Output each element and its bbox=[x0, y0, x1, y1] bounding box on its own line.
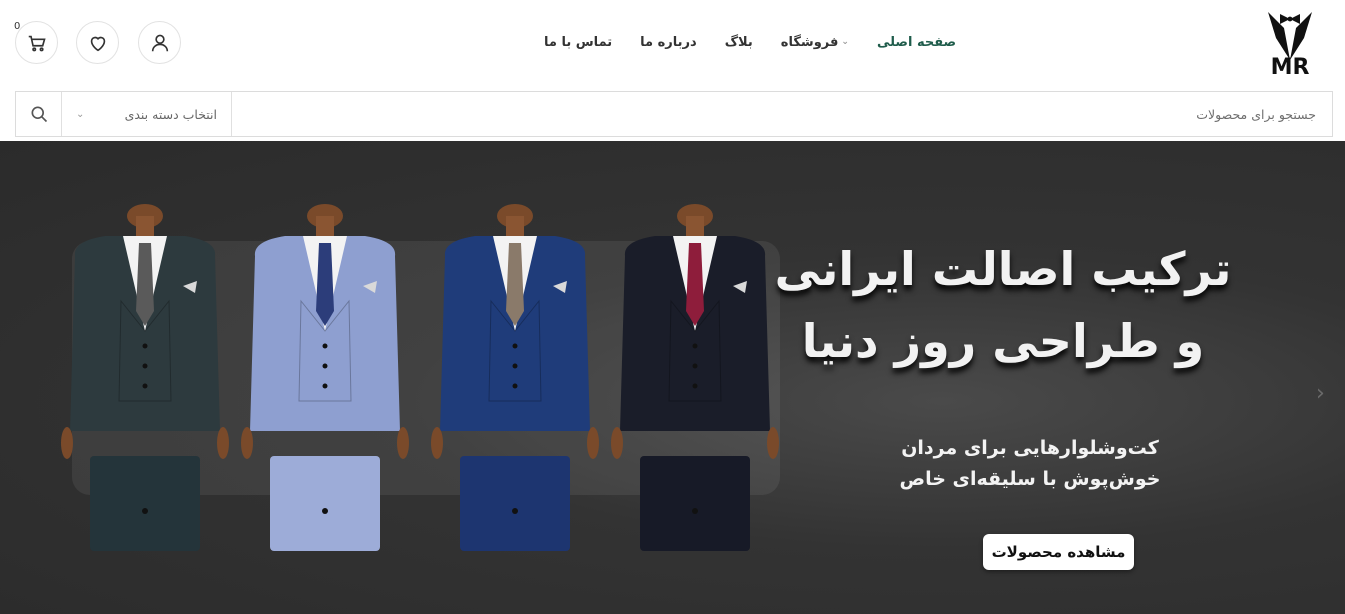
hero-subtitle: کت‌وشلوارهایی برای مردان خوش‌پوش با سلیق… bbox=[885, 433, 1175, 495]
mannequin-hand bbox=[431, 427, 443, 459]
nav-item-about[interactable]: درباره ما bbox=[626, 30, 711, 54]
jacket-button bbox=[692, 363, 698, 369]
heart-icon bbox=[90, 36, 105, 51]
account-button[interactable] bbox=[138, 21, 181, 64]
trousers-button bbox=[142, 508, 148, 514]
nav-item-label: صفحه اصلی bbox=[876, 34, 957, 50]
nav-item-contact[interactable]: تماس با ما bbox=[530, 30, 626, 54]
jacket-button bbox=[142, 363, 148, 369]
mannequin-hand bbox=[611, 427, 623, 459]
nav-item-label: تماس با ما bbox=[544, 34, 613, 50]
suit-mannequin bbox=[61, 204, 229, 551]
brand-logo[interactable]: MR bbox=[1262, 8, 1318, 80]
hero-title: ترکیب اصالت ایرانی و طراحی روز دنیا bbox=[743, 233, 1263, 377]
site-header: MR صفحه اصلی فروشگاه ⌄ بلاگ درباره ما تم… bbox=[0, 0, 1345, 88]
slider-next-arrow-icon[interactable]: › bbox=[1316, 381, 1330, 406]
trousers-button bbox=[512, 508, 518, 514]
mannequin-neck bbox=[136, 216, 154, 238]
tie bbox=[506, 243, 524, 326]
jacket-button bbox=[692, 383, 698, 389]
jacket-button bbox=[322, 383, 328, 389]
main-nav: صفحه اصلی فروشگاه ⌄ بلاگ درباره ما تماس … bbox=[530, 30, 970, 54]
folded-trousers bbox=[460, 456, 570, 551]
jacket-button bbox=[322, 363, 328, 369]
jacket-button bbox=[512, 363, 518, 369]
nav-item-label: فروشگاه bbox=[780, 34, 839, 50]
tie bbox=[316, 243, 334, 326]
jacket-button bbox=[322, 343, 328, 349]
cart-icon bbox=[28, 35, 46, 51]
hero-title-line: و طراحی روز دنیا bbox=[801, 314, 1205, 368]
category-select-label: انتخاب دسته بندی bbox=[124, 106, 217, 122]
tie bbox=[136, 243, 154, 326]
folded-trousers bbox=[640, 456, 750, 551]
tie bbox=[686, 243, 704, 326]
mannequin-neck bbox=[316, 216, 334, 238]
search-icon bbox=[31, 106, 47, 123]
logo-lettering: MR bbox=[1271, 55, 1310, 80]
mannequin-hand bbox=[217, 427, 229, 459]
nav-item-blog[interactable]: بلاگ bbox=[711, 30, 767, 54]
hero-subtitle-line: کت‌وشلوارهایی برای مردان bbox=[901, 437, 1159, 459]
folded-trousers bbox=[270, 456, 380, 551]
nav-item-home[interactable]: صفحه اصلی bbox=[863, 30, 970, 54]
nav-item-label: بلاگ bbox=[724, 34, 753, 50]
user-icon bbox=[151, 34, 168, 51]
mannequin-hand bbox=[587, 427, 599, 459]
cart-count-badge: 0 bbox=[14, 21, 21, 32]
mannequin-hand bbox=[767, 427, 779, 459]
category-select[interactable]: انتخاب دسته بندی ⌄ bbox=[61, 92, 232, 136]
suit-mannequin bbox=[241, 204, 409, 551]
mannequin-neck bbox=[506, 216, 524, 238]
search-button[interactable] bbox=[16, 92, 61, 136]
jacket-button bbox=[692, 343, 698, 349]
mannequin-hand bbox=[61, 427, 73, 459]
nav-item-label: درباره ما bbox=[640, 34, 697, 50]
chevron-down-icon: ⌄ bbox=[841, 37, 849, 47]
chevron-down-icon: ⌄ bbox=[76, 108, 85, 120]
mannequin-hand bbox=[241, 427, 253, 459]
trousers-button bbox=[692, 508, 698, 514]
search-bar: انتخاب دسته بندی ⌄ bbox=[15, 91, 1333, 137]
wishlist-button[interactable] bbox=[76, 21, 119, 64]
suits-image bbox=[61, 204, 779, 551]
jacket-button bbox=[142, 383, 148, 389]
nav-item-shop[interactable]: فروشگاه ⌄ bbox=[767, 30, 863, 54]
hero-subtitle-line: خوش‌پوش با سلیقه‌ای خاص bbox=[899, 468, 1161, 490]
suit-mannequin bbox=[431, 204, 599, 551]
trousers-button bbox=[322, 508, 328, 514]
mannequin-hand bbox=[397, 427, 409, 459]
search-input[interactable] bbox=[232, 92, 1332, 136]
hero-title-line: ترکیب اصالت ایرانی bbox=[774, 242, 1232, 296]
folded-trousers bbox=[90, 456, 200, 551]
cart-button[interactable] bbox=[15, 21, 58, 64]
jacket-button bbox=[512, 383, 518, 389]
mannequin-neck bbox=[686, 216, 704, 238]
hero-banner: ترکیب اصالت ایرانی و طراحی روز دنیا کت‌و… bbox=[0, 141, 1345, 614]
jacket-button bbox=[512, 343, 518, 349]
view-products-button[interactable]: مشاهده محصولات bbox=[983, 534, 1134, 570]
jacket-button bbox=[142, 343, 148, 349]
